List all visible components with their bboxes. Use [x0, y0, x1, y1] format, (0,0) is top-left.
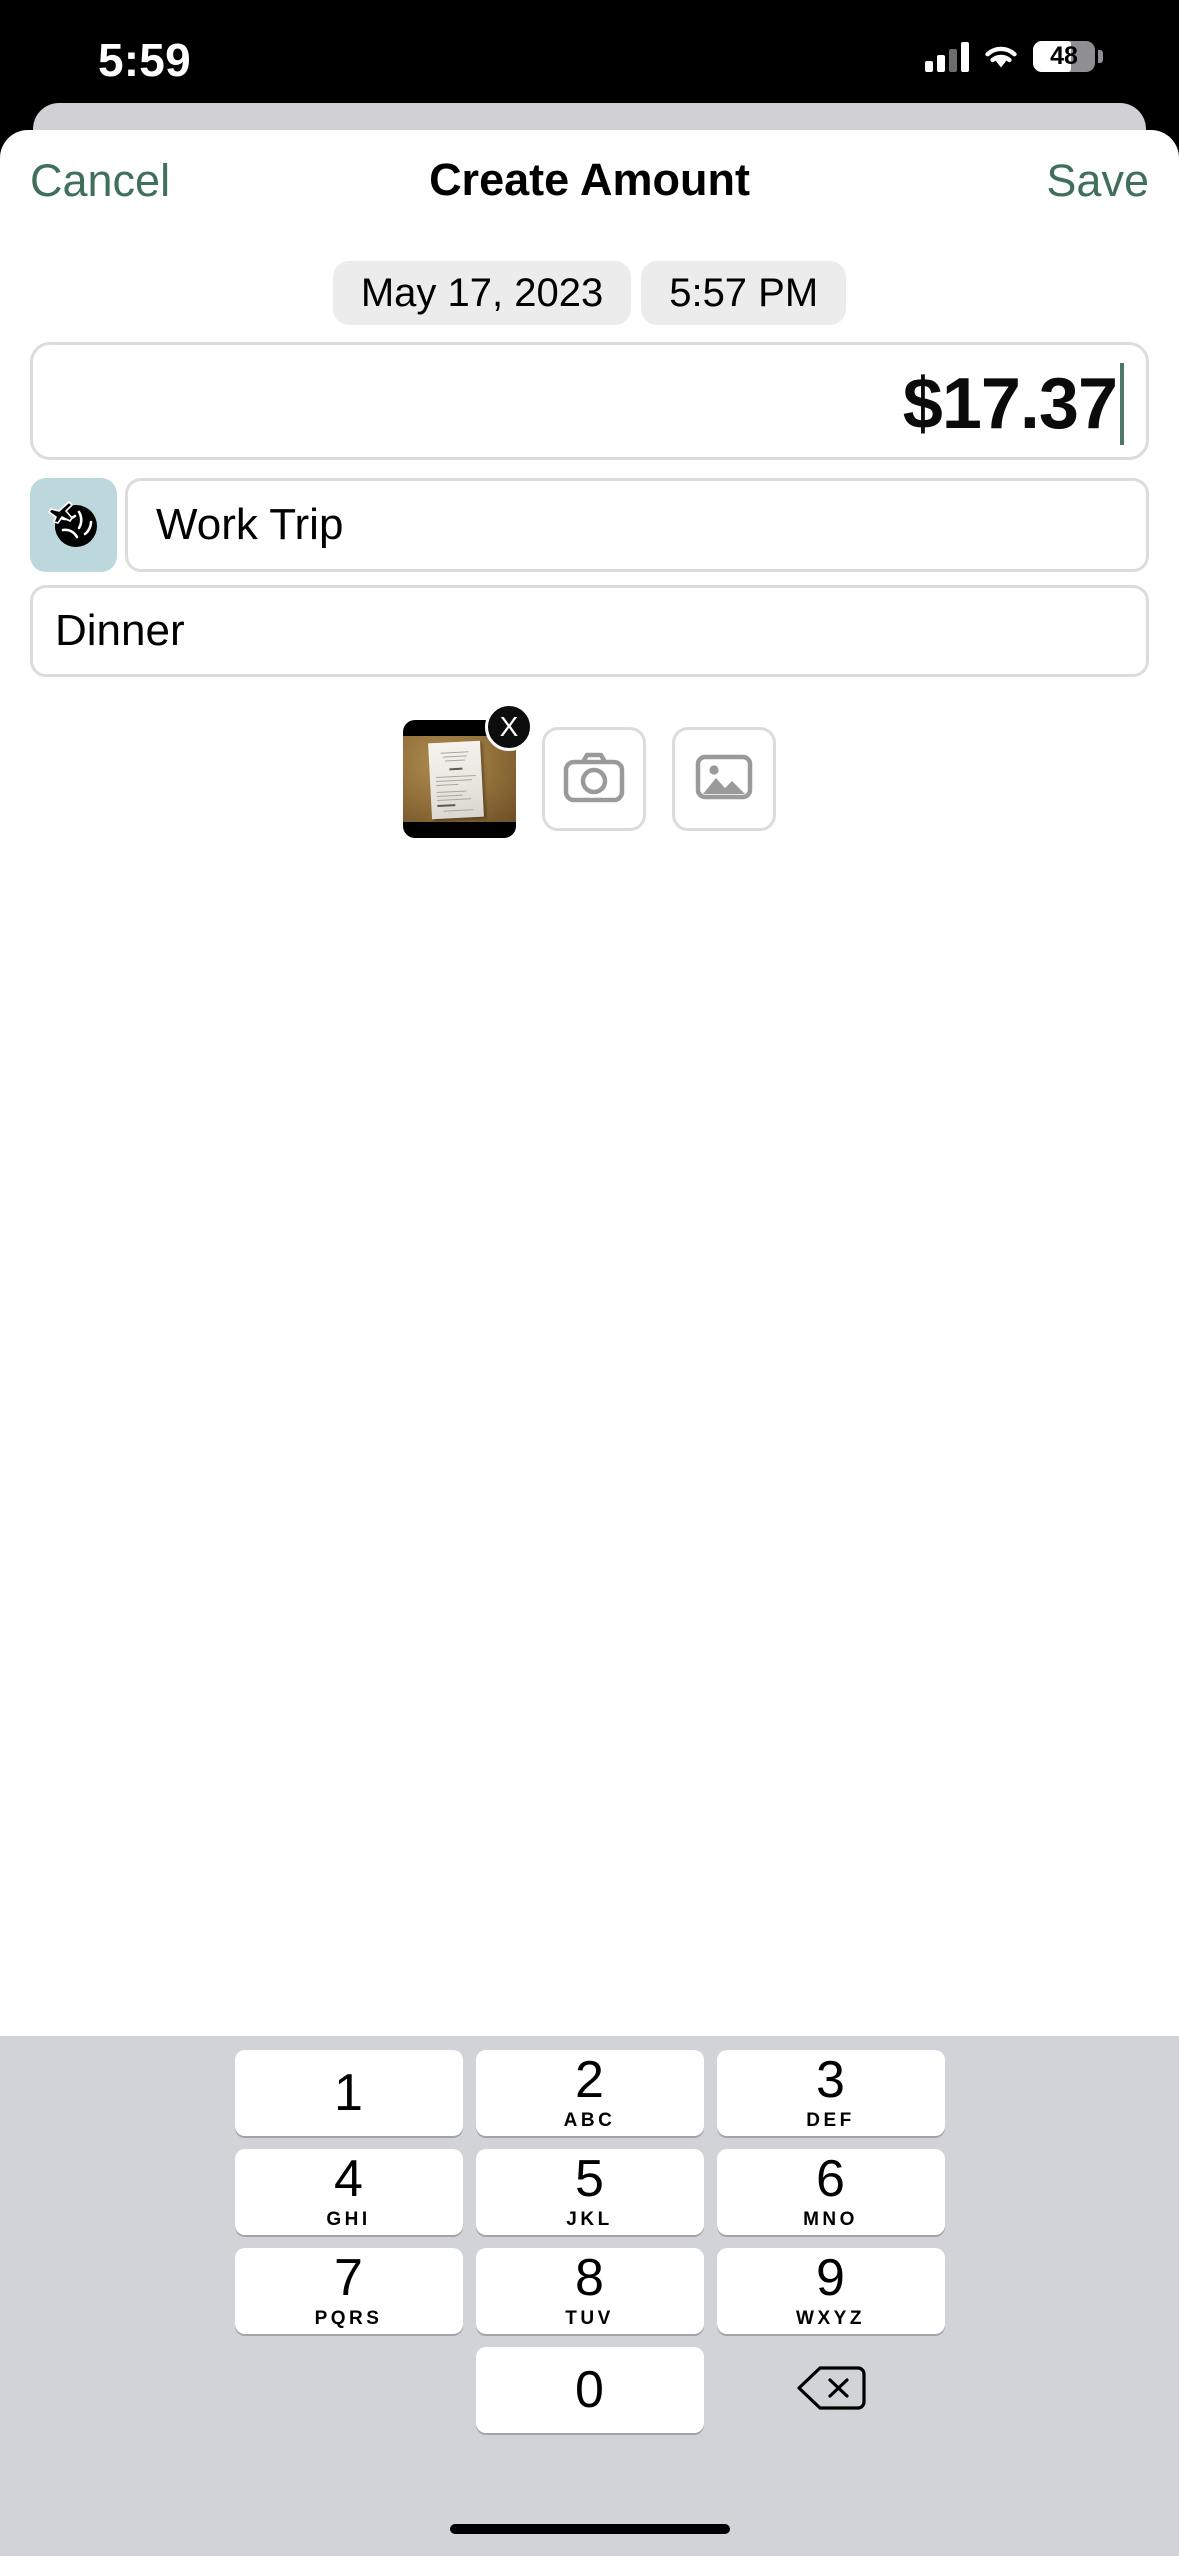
key-8[interactable]: 8 TUV	[475, 2248, 704, 2334]
status-bar-indicators: 48	[925, 40, 1103, 72]
key-9[interactable]: 9 WXYZ	[716, 2248, 945, 2334]
key-delete[interactable]	[717, 2347, 945, 2433]
key-5[interactable]: 5 JKL	[475, 2149, 704, 2235]
key-number: 0	[575, 2361, 604, 2419]
keypad-row: 0	[0, 2347, 1179, 2433]
key-number: 4	[334, 2150, 363, 2208]
numeric-keypad: 1 2 ABC 3 DEF 4 GHI 5 JKL 6 MNO 7 PQRS 8…	[0, 2036, 1179, 2556]
key-number: 3	[816, 2051, 845, 2109]
key-number: 9	[816, 2249, 845, 2307]
keypad-row: 7 PQRS 8 TUV 9 WXYZ	[0, 2248, 1179, 2334]
category-row: Work Trip	[30, 478, 1149, 572]
key-letters: JKL	[566, 2209, 613, 2230]
time-picker-button[interactable]: 5:57 PM	[641, 261, 847, 325]
key-number: 8	[575, 2249, 604, 2307]
globe-airplane-icon[interactable]	[30, 478, 117, 572]
status-bar-time: 5:59	[98, 34, 191, 86]
create-amount-sheet: Cancel Create Amount Save May 17, 2023 5…	[0, 130, 1179, 2556]
wifi-icon	[982, 41, 1020, 71]
save-button[interactable]: Save	[1046, 155, 1149, 207]
amount-value: $17.37	[902, 364, 1118, 444]
key-0[interactable]: 0	[475, 2347, 704, 2433]
key-letters: PQRS	[314, 2308, 383, 2329]
sheet-navigation-bar: Cancel Create Amount Save	[0, 130, 1179, 245]
key-blank	[235, 2347, 463, 2433]
key-letters: WXYZ	[796, 2308, 865, 2329]
battery-icon: 48	[1033, 40, 1103, 72]
attachments-row: X	[0, 703, 1179, 838]
keypad-rows: 1 2 ABC 3 DEF 4 GHI 5 JKL 6 MNO 7 PQRS 8…	[0, 2050, 1179, 2446]
key-6[interactable]: 6 MNO	[716, 2149, 945, 2235]
key-3[interactable]: 3 DEF	[716, 2050, 945, 2136]
key-4[interactable]: 4 GHI	[234, 2149, 463, 2235]
key-number: 2	[575, 2051, 604, 2109]
key-2[interactable]: 2 ABC	[475, 2050, 704, 2136]
battery-percent: 48	[1050, 41, 1078, 70]
key-letters: GHI	[326, 2209, 371, 2230]
datetime-row: May 17, 2023 5:57 PM	[0, 261, 1179, 325]
text-cursor	[1120, 363, 1124, 445]
home-indicator[interactable]	[449, 2524, 730, 2534]
key-letters: MNO	[803, 2209, 858, 2230]
amount-value-wrap: $17.37	[903, 345, 1124, 463]
photo-library-button[interactable]	[672, 727, 776, 831]
camera-icon	[563, 751, 625, 808]
remove-attachment-button[interactable]: X	[485, 703, 533, 751]
note-value: Dinner	[55, 606, 185, 655]
category-value: Work Trip	[156, 500, 344, 549]
key-number: 6	[816, 2150, 845, 2208]
note-input[interactable]: Dinner	[30, 585, 1149, 677]
key-number: 1	[334, 2064, 363, 2122]
category-input[interactable]: Work Trip	[125, 478, 1149, 572]
keypad-row: 1 2 ABC 3 DEF	[0, 2050, 1179, 2136]
camera-button[interactable]	[542, 727, 646, 831]
amount-input[interactable]: $17.37	[30, 342, 1149, 460]
photo-library-icon	[695, 752, 753, 807]
key-7[interactable]: 7 PQRS	[234, 2248, 463, 2334]
cellular-bars-icon	[925, 40, 969, 72]
key-number: 7	[334, 2249, 363, 2307]
keypad-row: 4 GHI 5 JKL 6 MNO	[0, 2149, 1179, 2235]
receipt-paper	[428, 740, 484, 820]
delete-icon	[796, 2363, 866, 2418]
phone-screen: 5:59 48 Cancel Create Amount Save May 17…	[0, 0, 1179, 2556]
key-number: 5	[575, 2150, 604, 2208]
key-letters: DEF	[806, 2110, 855, 2131]
key-1[interactable]: 1	[234, 2050, 463, 2136]
key-letters: TUV	[565, 2308, 614, 2329]
date-picker-button[interactable]: May 17, 2023	[332, 261, 632, 325]
key-letters: ABC	[563, 2110, 616, 2131]
status-bar: 5:59 48	[0, 0, 1179, 130]
page-title: Create Amount	[429, 154, 750, 205]
attachment-thumbnail[interactable]: X	[403, 703, 533, 838]
